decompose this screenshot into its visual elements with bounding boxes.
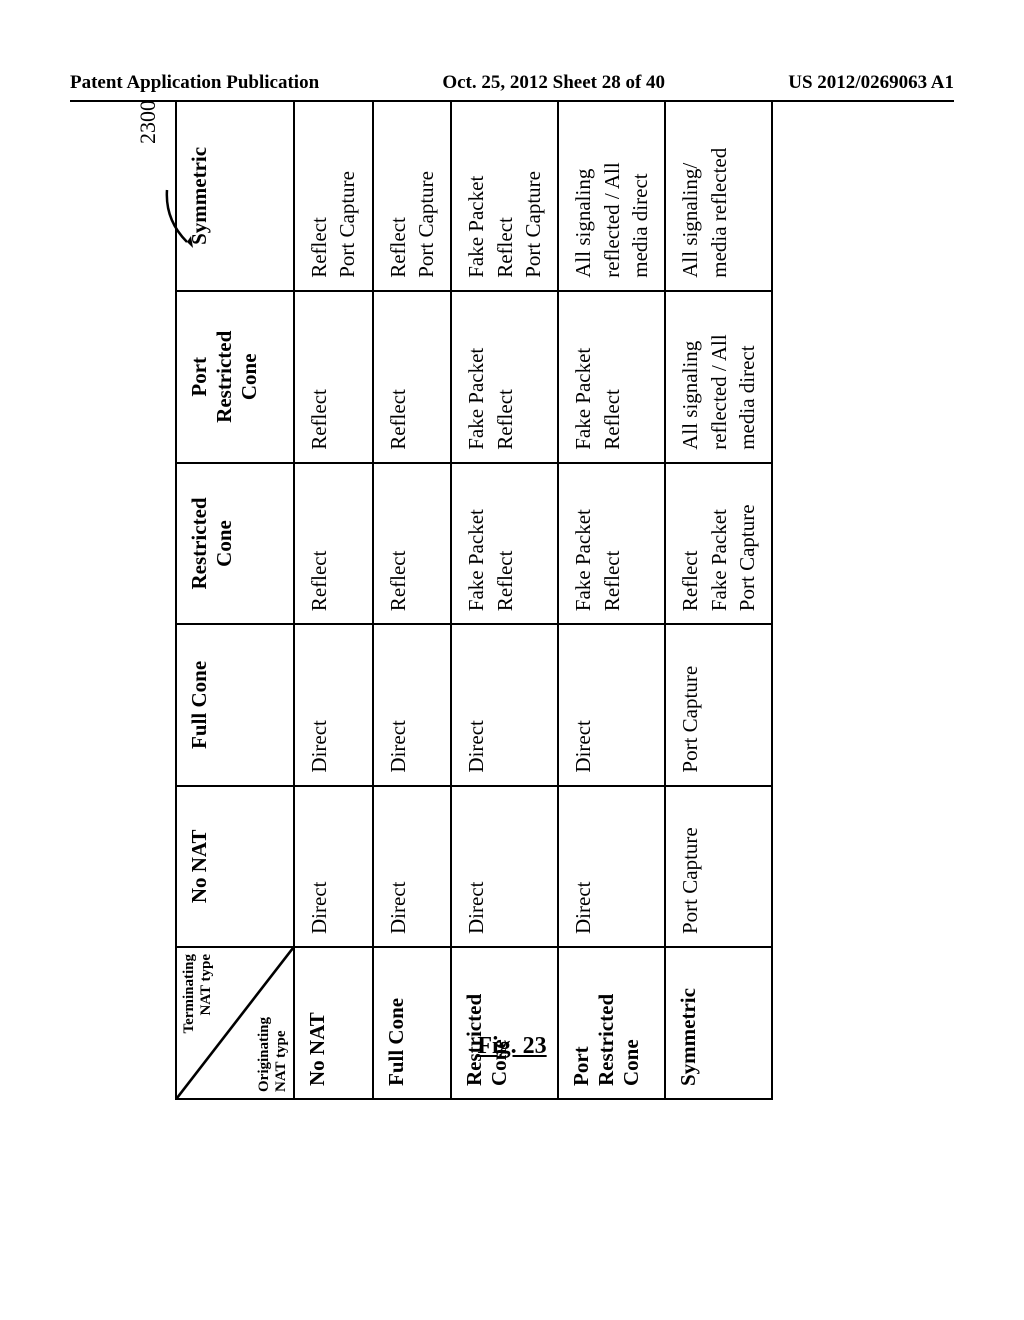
figure-caption: Fig. 23 xyxy=(0,1033,1024,1060)
col-header: No NAT xyxy=(176,786,294,947)
cell-line: Port Capture xyxy=(733,476,761,611)
cell-line: media reflected xyxy=(705,114,733,278)
table-cell: Reflect xyxy=(294,291,373,463)
cell-line: Port Capture xyxy=(412,114,440,278)
table-cell: ReflectPort Capture xyxy=(373,101,452,291)
figure-area: 2300 TerminatingNAT type OriginatingNAT … xyxy=(120,210,880,990)
table-canvas: 2300 TerminatingNAT type OriginatingNAT … xyxy=(175,100,825,1100)
cell-line: Reflect xyxy=(384,476,412,611)
table-cell: Fake PacketReflect xyxy=(558,291,665,463)
cell-line: Direct xyxy=(305,799,333,934)
nat-table: TerminatingNAT type OriginatingNAT type … xyxy=(175,100,773,1100)
cell-line: All signaling xyxy=(569,114,597,278)
table-cell: ReflectFake PacketPort Capture xyxy=(665,463,772,624)
table-cell: Fake PacketReflect xyxy=(558,463,665,624)
cell-line: Reflect xyxy=(676,476,704,611)
cell-line: Port Capture xyxy=(519,114,547,278)
diagonal-header-cell: TerminatingNAT type OriginatingNAT type xyxy=(176,947,294,1099)
col-header: RestrictedCone xyxy=(176,463,294,624)
table-cell: Direct xyxy=(373,786,452,947)
table-cell: Port Capture xyxy=(665,786,772,947)
table-cell: Direct xyxy=(294,624,373,785)
cell-line: Reflect xyxy=(491,114,519,278)
col-header: PortRestrictedCone xyxy=(176,291,294,463)
cell-line: Direct xyxy=(305,637,333,772)
table-cell: Direct xyxy=(451,786,558,947)
cell-line: Fake Packet xyxy=(462,476,490,611)
cell-line: Fake Packet xyxy=(705,476,733,611)
table-cell: Direct xyxy=(373,624,452,785)
callout-arrow-icon xyxy=(165,180,195,250)
table-cell: Port Capture xyxy=(665,624,772,785)
col-header: Full Cone xyxy=(176,624,294,785)
row-header: PortRestrictedCone xyxy=(558,947,665,1099)
table-cell: Direct xyxy=(558,786,665,947)
table-cell: Reflect xyxy=(294,463,373,624)
header-center: Oct. 25, 2012 Sheet 28 of 40 xyxy=(442,72,665,94)
cell-line: Reflect xyxy=(305,476,333,611)
row-header: RestrictedCone xyxy=(451,947,558,1099)
cell-line: Reflect xyxy=(598,304,626,450)
header-left: Patent Application Publication xyxy=(70,72,319,94)
cell-line: media direct xyxy=(733,304,761,450)
table-cell: All signalingreflected / Allmedia direct xyxy=(665,291,772,463)
cell-line: Direct xyxy=(384,799,412,934)
reference-numeral: 2300 xyxy=(135,100,161,144)
table-row: No NATDirectDirectReflectReflectReflectP… xyxy=(294,101,373,1099)
cell-line: Port Capture xyxy=(333,114,361,278)
cell-line: Direct xyxy=(462,799,490,934)
header-right: US 2012/0269063 A1 xyxy=(788,72,954,94)
table-cell: Fake PacketReflect xyxy=(451,291,558,463)
row-header: Full Cone xyxy=(373,947,452,1099)
table-row: SymmetricPort CapturePort CaptureReflect… xyxy=(665,101,772,1099)
table-cell: Direct xyxy=(451,624,558,785)
row-header: Symmetric xyxy=(665,947,772,1099)
cell-line: Direct xyxy=(569,637,597,772)
table-cell: Reflect xyxy=(373,291,452,463)
cell-line: Reflect xyxy=(384,304,412,450)
row-header: No NAT xyxy=(294,947,373,1099)
diagonal-top-label: TerminatingNAT type xyxy=(181,954,214,1033)
table-row: RestrictedConeDirectDirectFake PacketRef… xyxy=(451,101,558,1099)
page-header: Patent Application Publication Oct. 25, … xyxy=(0,72,1024,94)
cell-line: Reflect xyxy=(305,304,333,450)
table-cell: Fake PacketReflectPort Capture xyxy=(451,101,558,291)
cell-line: reflected / All xyxy=(705,304,733,450)
cell-line: Reflect xyxy=(491,476,519,611)
cell-line: Fake Packet xyxy=(462,304,490,450)
cell-line: Reflect xyxy=(384,114,412,278)
table-row: Full ConeDirectDirectReflectReflectRefle… xyxy=(373,101,452,1099)
cell-line: Direct xyxy=(569,799,597,934)
cell-line: Direct xyxy=(462,637,490,772)
page: Patent Application Publication Oct. 25, … xyxy=(0,0,1024,1320)
table-cell: All signalingreflected / Allmedia direct xyxy=(558,101,665,291)
table-cell: Reflect xyxy=(373,463,452,624)
table-cell: Direct xyxy=(558,624,665,785)
cell-line: All signaling xyxy=(676,304,704,450)
cell-line: Reflect xyxy=(305,114,333,278)
table-cell: Fake PacketReflect xyxy=(451,463,558,624)
cell-line: All signaling/ xyxy=(676,114,704,278)
cell-line: Direct xyxy=(384,637,412,772)
cell-line: Fake Packet xyxy=(462,114,490,278)
table-body: No NATDirectDirectReflectReflectReflectP… xyxy=(294,101,772,1099)
cell-line: Fake Packet xyxy=(569,304,597,450)
table-cell: Direct xyxy=(294,786,373,947)
cell-line: Reflect xyxy=(491,304,519,450)
cell-line: Port Capture xyxy=(676,799,704,934)
cell-line: media direct xyxy=(626,114,654,278)
table-cell: ReflectPort Capture xyxy=(294,101,373,291)
table-cell: All signaling/media reflected xyxy=(665,101,772,291)
table-header-row: TerminatingNAT type OriginatingNAT type … xyxy=(176,101,294,1099)
cell-line: reflected / All xyxy=(598,114,626,278)
cell-line: Fake Packet xyxy=(569,476,597,611)
cell-line: Port Capture xyxy=(676,637,704,772)
cell-line: Reflect xyxy=(598,476,626,611)
table-row: PortRestrictedCone Direct Direct Fake Packe… xyxy=(558,101,665,1099)
